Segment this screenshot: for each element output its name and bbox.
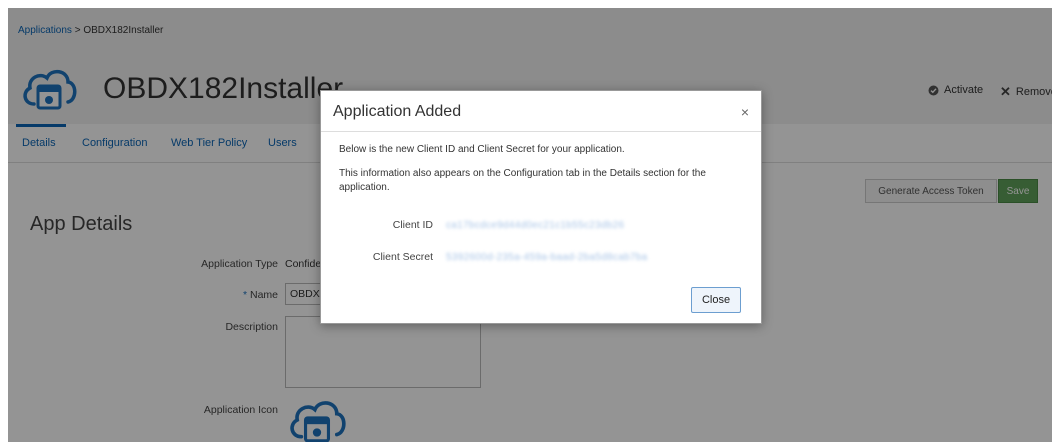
dialog-message-1: Below is the new Client ID and Client Se… xyxy=(339,144,625,155)
dialog-message-2: This information also appears on the Con… xyxy=(339,168,706,193)
client-id-value: ca17bcdce9d44d0ec21c1b55c23db26 xyxy=(446,220,625,231)
dialog-close-icon[interactable]: × xyxy=(741,104,749,120)
dialog-title: Application Added xyxy=(333,103,462,120)
application-added-dialog: Application Added × Below is the new Cli… xyxy=(320,90,762,324)
close-button[interactable]: Close xyxy=(691,287,741,313)
client-id-label: Client ID xyxy=(392,219,433,231)
app-window: Applications > OBDX182Installer OBDX182I… xyxy=(8,8,1052,442)
dialog-header: Application Added × xyxy=(321,91,761,132)
client-secret-label: Client Secret xyxy=(372,251,433,263)
client-secret-value: 5392600d-235a-459a-baad-2ba5d8cab7ba xyxy=(446,252,648,263)
